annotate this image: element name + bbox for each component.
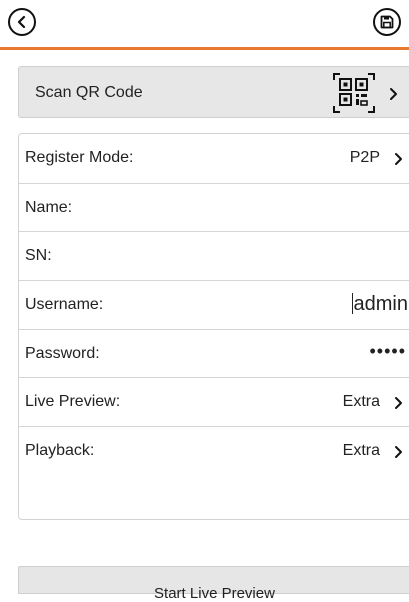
save-disk-icon <box>380 15 394 29</box>
password-field[interactable]: ••••• <box>369 341 406 362</box>
back-chevron-icon <box>17 15 26 29</box>
username-row[interactable]: Username: admin <box>19 281 409 330</box>
scan-qr-code-label: Scan QR Code <box>35 84 143 101</box>
username-field[interactable]: admin <box>351 293 408 316</box>
save-button[interactable] <box>373 8 401 36</box>
header-accent-line <box>0 47 409 50</box>
register-mode-label: Register Mode: <box>25 149 134 166</box>
name-label: Name: <box>25 199 73 216</box>
name-row[interactable]: Name: <box>19 184 409 232</box>
password-row[interactable]: Password: ••••• <box>19 330 409 378</box>
qr-code-icon <box>333 73 375 113</box>
chevron-right-icon <box>390 88 397 100</box>
top-bar <box>0 0 409 50</box>
chevron-right-icon <box>395 397 402 409</box>
live-preview-row[interactable]: Live Preview: Extra <box>19 378 409 427</box>
live-preview-value: Extra <box>342 393 380 410</box>
start-live-preview-button[interactable]: Start Live Preview <box>18 566 409 602</box>
chevron-right-icon <box>395 446 402 458</box>
password-label: Password: <box>25 345 100 362</box>
register-mode-value: P2P <box>349 149 380 166</box>
text-cursor <box>351 293 353 314</box>
back-button[interactable] <box>8 8 36 36</box>
playback-row[interactable]: Playback: Extra <box>19 427 409 476</box>
register-mode-row[interactable]: Register Mode: P2P <box>19 134 409 184</box>
playback-label: Playback: <box>25 442 95 459</box>
sn-label: SN: <box>25 247 52 264</box>
username-value: admin <box>353 293 408 315</box>
chevron-right-icon <box>395 153 402 165</box>
device-form: Register Mode: P2P Name: SN: Username: a… <box>18 133 409 520</box>
sn-row[interactable]: SN: <box>19 232 409 281</box>
live-preview-label: Live Preview: <box>25 393 121 410</box>
username-label: Username: <box>25 296 104 313</box>
playback-value: Extra <box>342 442 380 459</box>
scan-qr-code-button[interactable]: Scan QR Code <box>18 66 409 118</box>
